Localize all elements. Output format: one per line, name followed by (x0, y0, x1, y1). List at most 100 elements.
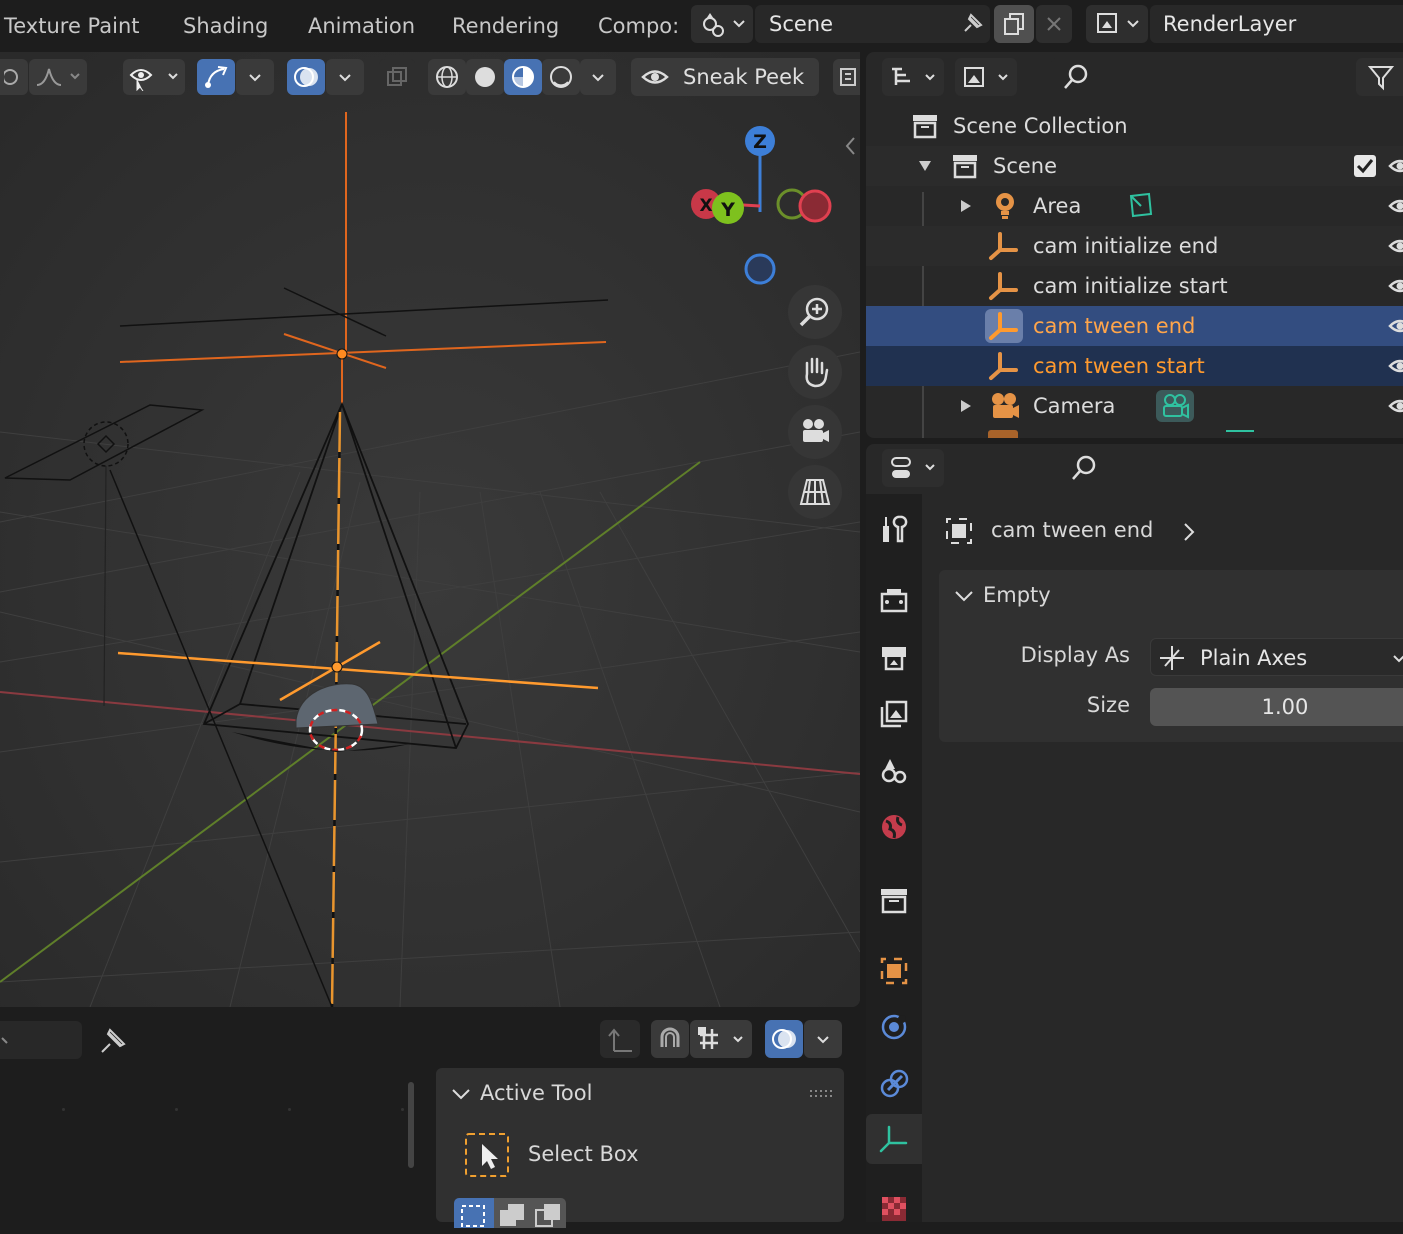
selection-subtract-icon (530, 1198, 566, 1228)
tab-animation[interactable]: Animation (308, 14, 415, 38)
editor-type-dropdown[interactable] (882, 449, 944, 487)
falloff-dropdown[interactable] (29, 59, 87, 95)
solid-shading-button[interactable] (466, 59, 504, 95)
tab-texture[interactable] (866, 1184, 922, 1234)
tab-rendering[interactable]: Rendering (452, 14, 559, 38)
physics-orbit-icon (878, 1011, 910, 1043)
expand-down-icon[interactable] (917, 158, 933, 174)
light-data-icon[interactable] (1123, 190, 1157, 222)
eye-icon[interactable] (1388, 394, 1403, 418)
outliner-search-input[interactable] (1051, 58, 1281, 96)
tab-constraints[interactable] (866, 1059, 922, 1109)
outliner-scene-collection[interactable]: Scene Collection (866, 106, 1403, 146)
tab-world[interactable] (866, 802, 922, 852)
gizmo-icon (202, 63, 230, 91)
outliner-item-cam-tween-end[interactable]: cam tween end (866, 306, 1403, 346)
xray-toggle[interactable] (379, 59, 415, 95)
size-field[interactable]: 1.00 (1150, 688, 1403, 726)
tab-physics[interactable] (866, 1002, 922, 1052)
world-icon (878, 811, 910, 843)
snap-target-dropdown[interactable] (690, 1020, 752, 1058)
chevron-down-icon (450, 1084, 472, 1104)
selectability-visibility-dropdown[interactable] (123, 59, 185, 95)
camera-view-button[interactable] (788, 405, 842, 459)
delete-scene-button[interactable] (1036, 5, 1072, 43)
outliner-item-camera[interactable]: Camera (866, 386, 1403, 426)
overlay-toggle-bottom[interactable] (765, 1020, 803, 1058)
outliner-item-area[interactable]: Area (866, 186, 1403, 226)
selection-set-icon (454, 1198, 494, 1228)
outliner-scene[interactable]: Scene (866, 146, 1403, 186)
empty-panel: Empty Display As Plain Axes Size 1.00 (939, 570, 1403, 742)
render-layer-browse-button[interactable] (1086, 5, 1148, 43)
overlay-dropdown-bottom[interactable] (804, 1020, 842, 1058)
snap-toggle[interactable] (651, 1020, 689, 1058)
sneak-peek-button[interactable]: Sneak Peek (631, 58, 819, 96)
display-as-dropdown[interactable]: Plain Axes (1150, 638, 1403, 676)
new-scene-button[interactable] (994, 5, 1034, 43)
properties-search-input[interactable] (1059, 449, 1290, 487)
material-preview-button[interactable] (504, 59, 542, 95)
tab-tool[interactable] (866, 504, 922, 554)
mode-extend-button[interactable] (494, 1198, 530, 1228)
render-layer-field[interactable]: RenderLayer (1150, 5, 1403, 43)
filter-type-dropdown[interactable] (955, 58, 1017, 96)
tab-texture-paint[interactable]: Texture Paint (4, 14, 140, 38)
eye-icon[interactable] (1388, 154, 1403, 178)
overlays-toggle[interactable] (287, 59, 325, 95)
selection-extend-icon (494, 1198, 530, 1228)
collapse-sidebar-icon[interactable] (842, 134, 860, 158)
tab-shading[interactable]: Shading (183, 14, 268, 38)
proportional-edit-toggle[interactable] (0, 59, 28, 95)
tab-object[interactable] (866, 946, 922, 996)
pan-button[interactable] (788, 345, 842, 399)
drag-handle-icon[interactable] (808, 1088, 834, 1100)
eye-icon[interactable] (1388, 274, 1403, 298)
expand-right-icon[interactable] (958, 198, 974, 214)
outliner-item-cam-initialize-end[interactable]: cam initialize end (866, 226, 1403, 266)
rendered-shading-button[interactable] (542, 59, 580, 95)
eye-icon[interactable] (1388, 234, 1403, 258)
select-box-tool-icon[interactable] (464, 1132, 510, 1178)
scrollbar[interactable] (408, 1082, 414, 1168)
scene-browse-button[interactable] (691, 5, 753, 43)
tab-scene[interactable] (866, 746, 922, 796)
empty-panel-header[interactable]: Empty (939, 570, 1403, 622)
tab-render[interactable] (866, 576, 922, 626)
chevron-down-icon (588, 67, 608, 87)
snap-base-toggle[interactable] (600, 1020, 640, 1058)
sidebar-toggle[interactable] (833, 59, 860, 95)
proportional-icon (4, 67, 24, 87)
tab-collection[interactable] (866, 876, 922, 926)
filter-button[interactable] (1356, 58, 1403, 96)
eye-icon[interactable] (1388, 194, 1403, 218)
tab-object-data[interactable] (866, 1114, 922, 1164)
shading-dropdown[interactable] (580, 59, 616, 95)
mode-set-button[interactable] (454, 1198, 494, 1228)
tab-compositing[interactable]: Compo: (598, 14, 679, 38)
navigation-gizmo[interactable]: Z X Y (686, 124, 836, 294)
eye-icon[interactable] (1388, 314, 1403, 338)
tab-view-layer[interactable] (866, 689, 922, 739)
active-tool-header[interactable]: Active Tool (436, 1068, 844, 1120)
outliner-item-cam-initialize-start[interactable]: cam initialize start (866, 266, 1403, 306)
close-icon (1044, 14, 1064, 34)
eye-icon[interactable] (1388, 354, 1403, 378)
tab-output[interactable] (866, 632, 922, 682)
outliner-item-cam-tween-start[interactable]: cam tween start (866, 346, 1403, 386)
pin-icon[interactable] (953, 5, 991, 43)
bottom-name-field[interactable] (0, 1021, 82, 1059)
gizmo-toggle[interactable] (197, 59, 235, 95)
expand-right-icon[interactable] (958, 398, 974, 414)
gizmo-dropdown[interactable] (236, 59, 274, 95)
display-mode-dropdown[interactable] (882, 58, 944, 96)
zoom-button[interactable] (788, 285, 842, 339)
toggle-perspective-button[interactable] (788, 465, 842, 519)
mode-subtract-button[interactable] (530, 1198, 566, 1228)
3d-viewport[interactable]: Z X Y (0, 52, 860, 1007)
pin-icon[interactable] (96, 1024, 130, 1058)
camera-data-button[interactable] (1156, 390, 1194, 422)
overlays-dropdown[interactable] (326, 59, 364, 95)
checkbox-icon[interactable] (1353, 154, 1377, 178)
wireframe-shading-button[interactable] (428, 59, 466, 95)
